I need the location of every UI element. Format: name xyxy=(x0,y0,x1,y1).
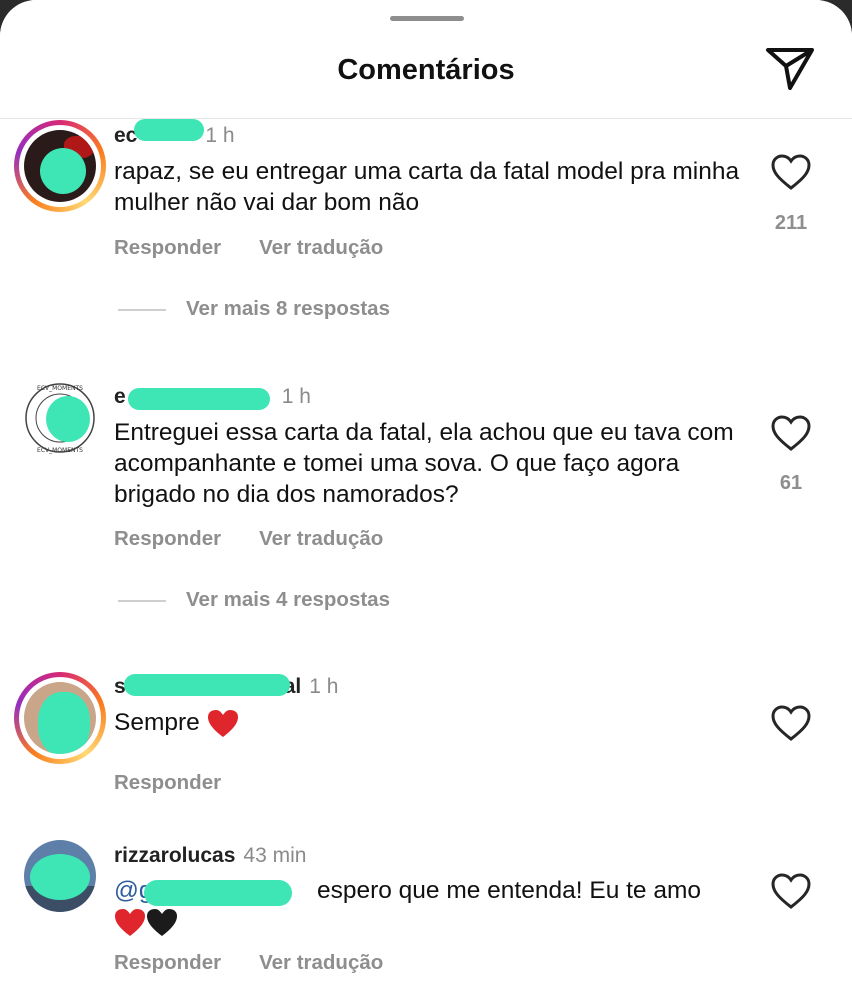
view-more-replies[interactable]: Ver mais 4 respostas xyxy=(118,588,390,612)
reply-button[interactable]: Responder xyxy=(114,951,221,974)
like-count: 211 xyxy=(774,212,808,234)
redaction-mark xyxy=(144,880,292,906)
avatar-photo xyxy=(24,682,96,754)
comment-username[interactable]: rizzarolucas 43 min xyxy=(114,844,306,868)
avatar[interactable] xyxy=(24,840,96,912)
divider-line xyxy=(118,308,166,311)
reply-button[interactable]: Responder xyxy=(114,527,221,550)
redaction-mark xyxy=(124,674,290,696)
comment-actions: Responder Ver tradução xyxy=(114,236,421,260)
svg-text:ECV_MOMENTS: ECV_MOMENTS xyxy=(37,447,83,454)
comment-actions: Responder Ver tradução xyxy=(114,951,421,975)
heart-icon[interactable] xyxy=(770,153,812,191)
page-title: Comentários xyxy=(337,54,515,86)
red-heart-emoji-icon xyxy=(207,709,238,737)
heart-icon[interactable] xyxy=(770,704,812,742)
comment-actions: Responder Ver tradução xyxy=(114,527,421,551)
red-heart-emoji-icon xyxy=(115,908,145,936)
translate-button[interactable]: Ver tradução xyxy=(259,527,383,550)
translate-button[interactable]: Ver tradução xyxy=(259,951,383,974)
redaction-mark xyxy=(30,854,90,900)
avatar-photo xyxy=(24,130,96,202)
reply-button[interactable]: Responder xyxy=(114,771,221,794)
avatar[interactable]: ECV_MOMENTS ECV_MOMENTS xyxy=(14,372,106,464)
sheet-grabber[interactable] xyxy=(390,16,464,21)
comment-time: 1 h xyxy=(281,385,311,408)
reply-button[interactable]: Responder xyxy=(114,236,221,259)
comment-time: 1 h xyxy=(309,675,339,698)
svg-text:ECV_MOMENTS: ECV_MOMENTS xyxy=(37,385,83,392)
comment-text: rapaz, se eu entregar uma carta da fatal… xyxy=(114,158,740,216)
comment-text: Entreguei essa carta da fatal, ela achou… xyxy=(114,419,734,508)
divider-line xyxy=(118,599,166,602)
black-heart-emoji-icon xyxy=(147,908,177,936)
comment-actions: Responder xyxy=(114,771,259,795)
redaction-mark xyxy=(134,119,204,141)
comment-time: 43 min xyxy=(243,844,307,867)
view-more-replies[interactable]: Ver mais 8 respostas xyxy=(118,297,390,321)
comment-text: Sempre xyxy=(114,707,754,739)
comments-header: Comentários xyxy=(0,0,852,119)
heart-icon[interactable] xyxy=(770,414,812,452)
comment-time: 1 h xyxy=(205,124,235,147)
send-icon[interactable] xyxy=(764,44,816,92)
redaction-mark xyxy=(128,388,270,410)
avatar[interactable] xyxy=(14,672,106,764)
translate-button[interactable]: Ver tradução xyxy=(259,236,383,259)
heart-icon[interactable] xyxy=(770,872,812,910)
redaction-mark xyxy=(46,396,90,442)
like-count: 61 xyxy=(779,472,803,494)
avatar[interactable] xyxy=(14,120,106,212)
comments-sheet: Comentários ec 1 h rapaz, se eu entregar … xyxy=(0,0,852,1000)
